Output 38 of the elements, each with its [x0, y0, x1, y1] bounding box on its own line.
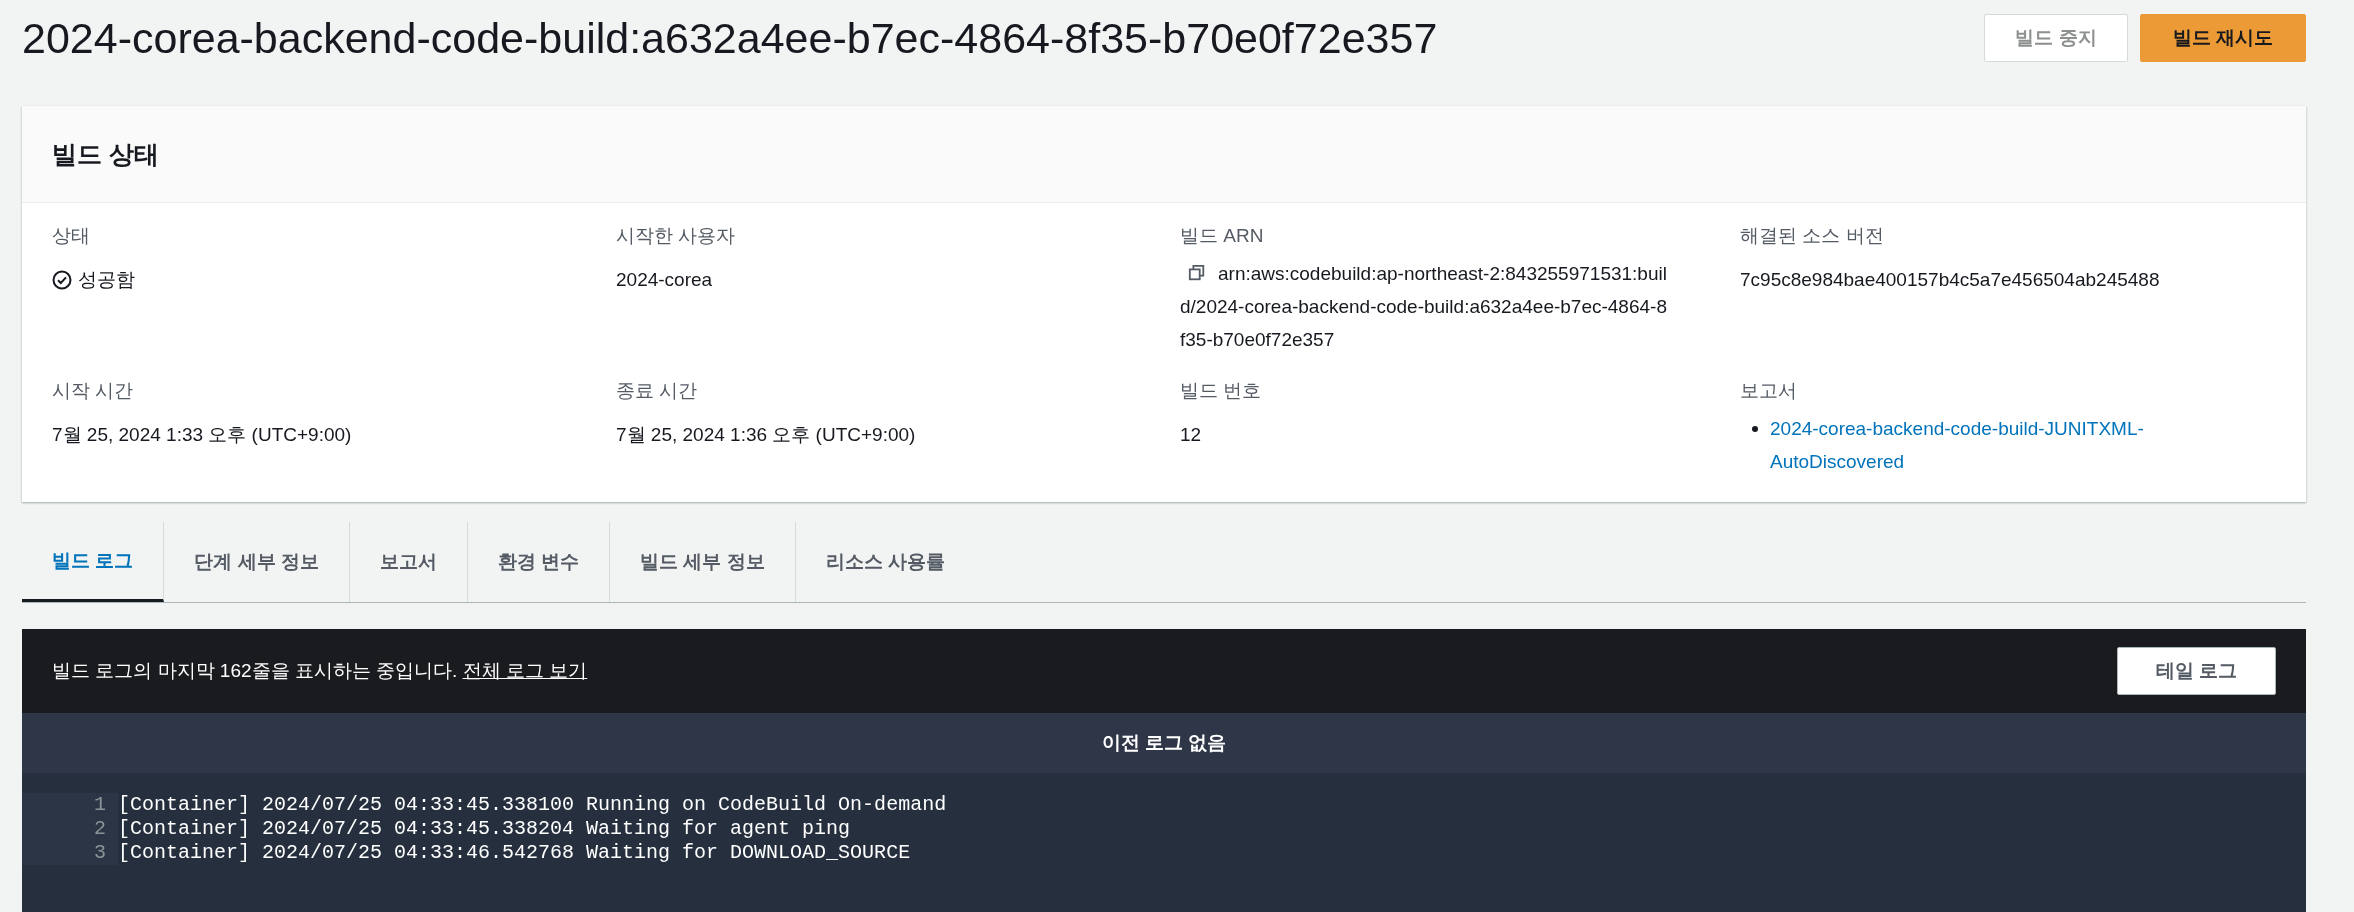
log-line: [Container] 2024/07/25 04:33:45.338204 Waiting for agent ping — [118, 817, 851, 841]
field-label: 시작한 사용자 — [616, 224, 737, 248]
field-label: 해결된 소스 버전 — [1740, 224, 1885, 248]
log-line: [Container] 2024/07/25 04:33:45.338100 Running on CodeBuild On-demand — [118, 793, 947, 817]
field-value: 7c95c8e984bae400157b4c5a7e456504ab245488 — [1740, 268, 2161, 292]
line-number: 2 — [22, 817, 118, 841]
field-value: 7월 25, 2024 1:36 오후 (UTC+9:00) — [616, 423, 917, 447]
field-label: 상태 — [52, 224, 91, 248]
tab[interactable]: 빌드 로그 — [22, 522, 165, 602]
field-label: 빌드 번호 — [1180, 379, 1263, 403]
field-value: 2024-corea — [616, 268, 714, 292]
bullet-icon — [1752, 426, 1758, 432]
no-previous-logs-bar: 이전 로그 없음 — [22, 713, 2306, 773]
log-line: [Container] 2024/07/25 04:33:46.542768 Waiting for DOWNLOAD_SOURCE — [118, 841, 911, 865]
tab[interactable]: 환경 변수 — [467, 522, 611, 602]
field-label: 종료 시간 — [616, 379, 699, 403]
card-title: 빌드 상태 — [52, 138, 159, 170]
tab[interactable]: 보고서 — [349, 522, 468, 602]
line-number: 3 — [22, 841, 118, 865]
status-value: 성공함 — [78, 268, 135, 292]
tab[interactable]: 리소스 사용률 — [795, 522, 975, 602]
field-label: 빌드 ARN — [1180, 224, 1265, 248]
arn-value: arn:aws:codebuild:ap-northeast-2:843255971531:build/2024-corea-backend-code-build:a632a4ee-b7ec-4864-8f35-b70e0f72e357 — [1180, 262, 1668, 352]
retry-build-button[interactable]: 빌드 재시도 — [2139, 14, 2306, 62]
report-link[interactable]: 2024-corea-backend-code-build-JUNITXML-AutoDiscovered — [1770, 412, 2210, 478]
page-title: 2024-corea-backend-code-build:a632a4ee-b7ec-4864-8f35-b70e0f72e357 — [22, 13, 1438, 63]
copy-icon[interactable] — [1188, 264, 1206, 282]
tab[interactable]: 빌드 세부 정보 — [610, 522, 796, 602]
full-log-link[interactable]: 전체 로그 보기 — [462, 660, 588, 681]
success-check-icon — [52, 269, 72, 290]
tab[interactable]: 단계 세부 정보 — [164, 522, 350, 602]
log-notice: 빌드 로그의 마지막 162줄을 표시하는 중입니다. 전체 로그 보기 — [52, 659, 588, 683]
tail-log-button[interactable]: 테일 로그 — [2116, 647, 2276, 695]
field-value: 7월 25, 2024 1:33 오후 (UTC+9:00) — [52, 423, 353, 447]
line-number: 1 — [22, 793, 118, 817]
field-value: 12 — [1180, 423, 1203, 447]
field-label: 시작 시간 — [52, 379, 135, 403]
field-label: 보고서 — [1740, 379, 1798, 403]
